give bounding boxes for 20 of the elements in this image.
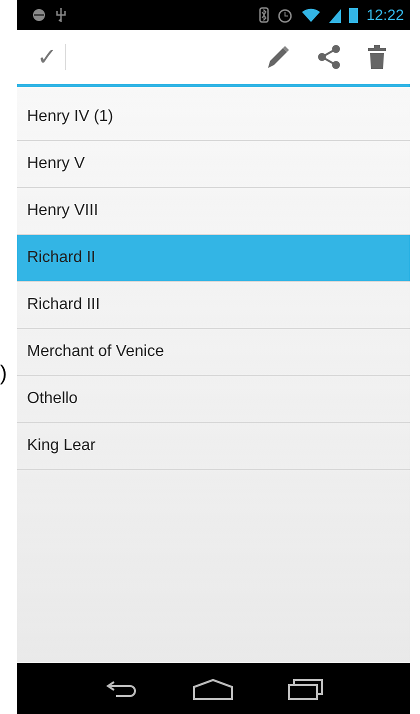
battery-icon — [349, 7, 358, 23]
list-item[interactable]: King Lear — [17, 423, 410, 470]
list-item[interactable]: Henry IV (1) — [17, 94, 410, 141]
status-time: 12:22 — [366, 6, 404, 24]
signal-icon — [329, 7, 342, 23]
share-icon[interactable] — [316, 44, 342, 70]
list-item[interactable]: Henry V — [17, 141, 410, 188]
home-icon[interactable] — [191, 676, 236, 700]
list-item[interactable]: Richard III — [17, 282, 410, 329]
trash-icon[interactable] — [366, 44, 388, 70]
recent-apps-icon[interactable] — [285, 676, 326, 700]
list-item[interactable]: Merchant of Venice — [17, 329, 410, 376]
list-item[interactable]: Richard II — [17, 235, 410, 282]
parenthesis-text: ) — [0, 362, 7, 386]
alarm-icon — [277, 7, 294, 23]
list-item[interactable]: Othello — [17, 376, 410, 423]
bluetooth-icon — [259, 7, 270, 23]
usb-icon — [55, 7, 67, 23]
done-button[interactable]: ✓ — [31, 43, 64, 71]
wifi-icon — [301, 7, 322, 23]
